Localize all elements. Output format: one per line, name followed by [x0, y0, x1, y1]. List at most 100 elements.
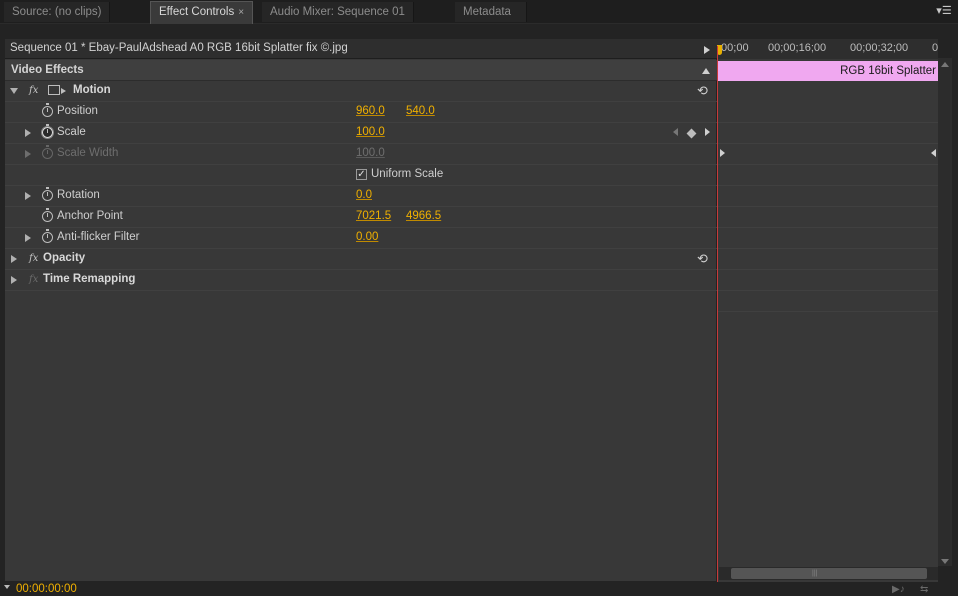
- anchor-x-value[interactable]: 7021.5: [356, 210, 391, 222]
- property-label: Anchor Point: [57, 210, 123, 222]
- timeline-row: [717, 186, 938, 207]
- ruler-tick: 00;00;32;00: [850, 42, 909, 54]
- tab-label: Effect Controls: [159, 6, 235, 18]
- timeline-row: [717, 249, 938, 270]
- clip-bar[interactable]: RGB 16bit Splatter: [718, 61, 938, 81]
- scroll-down-icon[interactable]: [941, 559, 949, 564]
- vertical-scrollbar[interactable]: [938, 58, 952, 566]
- filter-icon[interactable]: [4, 585, 10, 593]
- reset-icon[interactable]: ⟲: [697, 252, 710, 265]
- stopwatch-icon[interactable]: [42, 103, 53, 117]
- stopwatch-icon[interactable]: [42, 208, 53, 222]
- timeline-row: [717, 123, 938, 144]
- panel-menu-icon[interactable]: ▾☰: [936, 4, 952, 18]
- tab-source[interactable]: Source: (no clips): [4, 2, 111, 22]
- video-effects-header: Video Effects: [5, 60, 718, 81]
- timeline-row: [717, 228, 938, 249]
- scroll-thumb[interactable]: [731, 568, 927, 579]
- effect-label: Motion: [73, 84, 111, 96]
- clip-name-bar: Sequence 01 * Ebay-PaulAdshead A0 RGB 16…: [5, 39, 718, 59]
- uniform-scale-checkbox[interactable]: ✓: [356, 169, 367, 180]
- effect-row-motion: fx Motion ⟲: [5, 81, 718, 102]
- property-row-scale: Scale 100.0: [5, 123, 718, 144]
- stopwatch-icon[interactable]: [42, 229, 53, 243]
- scale-width-value: 100.0: [356, 147, 385, 159]
- tab-metadata[interactable]: Metadata: [455, 2, 527, 22]
- disclosure-closed-icon[interactable]: [11, 255, 17, 263]
- transform-icon[interactable]: [48, 85, 66, 95]
- property-label: Position: [57, 105, 98, 117]
- stopwatch-active-icon[interactable]: [41, 124, 54, 139]
- property-label: Scale: [57, 126, 86, 138]
- panel-tab-bar: Source: (no clips) Effect Controls × Audi…: [0, 0, 958, 24]
- stopwatch-icon: [42, 145, 53, 159]
- timeline-row: [717, 102, 938, 123]
- uniform-scale-label[interactable]: Uniform Scale: [371, 168, 443, 180]
- effect-row-opacity: fx Opacity ⟲: [5, 249, 718, 270]
- show-timeline-toggle-icon[interactable]: [704, 46, 710, 54]
- stopwatch-icon[interactable]: [42, 187, 53, 201]
- disclosure-closed-icon[interactable]: [11, 276, 17, 284]
- disclosure-closed-icon[interactable]: [25, 234, 31, 242]
- anti-flicker-value[interactable]: 0.00: [356, 231, 378, 243]
- loop-audio-icon[interactable]: ⇆: [920, 584, 928, 595]
- tab-label: Metadata: [463, 6, 511, 18]
- status-bar: 00:00:00:00 ▶♪ ⇆: [0, 582, 958, 596]
- tab-audio-mixer[interactable]: Audio Mixer: Sequence 01: [262, 2, 414, 22]
- timeline-row: [717, 270, 938, 291]
- property-row-anti-flicker: Anti-flicker Filter 0.00: [5, 228, 718, 249]
- disclosure-closed-icon[interactable]: [25, 129, 31, 137]
- rotation-value[interactable]: 0.0: [356, 189, 372, 201]
- property-label: Anti-flicker Filter: [57, 231, 140, 243]
- horizontal-scrollbar[interactable]: |||: [719, 567, 938, 580]
- disclosure-closed-icon: [25, 150, 31, 158]
- effect-controls-panel: Sequence 01 * Ebay-PaulAdshead A0 RGB 16…: [4, 38, 718, 582]
- grip-icon: |||: [812, 570, 818, 577]
- reset-icon[interactable]: ⟲: [697, 84, 710, 97]
- anchor-y-value[interactable]: 4966.5: [406, 210, 441, 222]
- property-label: Rotation: [57, 189, 100, 201]
- disclosure-closed-icon[interactable]: [25, 192, 31, 200]
- ruler-tick: 0: [932, 42, 939, 54]
- tab-effect-controls[interactable]: Effect Controls ×: [150, 1, 254, 24]
- ruler-tick: ;00;00: [718, 42, 749, 54]
- effect-timeline[interactable]: ;00;00 00;00;16;00 00;00;32;00 0 RGB 16b…: [717, 38, 938, 583]
- clip-name: Sequence 01 * Ebay-PaulAdshead A0 RGB 16…: [10, 42, 348, 54]
- timeline-row-scale: [717, 144, 938, 165]
- fx-icon[interactable]: fx: [29, 253, 38, 264]
- position-y-value[interactable]: 540.0: [406, 105, 435, 117]
- fx-icon: fx: [29, 274, 39, 285]
- current-time-indicator[interactable]: [717, 46, 718, 583]
- scroll-up-icon[interactable]: [941, 62, 949, 67]
- scale-value[interactable]: 100.0: [356, 126, 385, 138]
- previous-keyframe-icon[interactable]: [673, 128, 678, 136]
- property-row-rotation: Rotation 0.0: [5, 186, 718, 207]
- effect-label: Time Remapping: [43, 273, 136, 285]
- effect-row-time-remapping: fx Time Remapping: [5, 270, 718, 291]
- property-row-uniform-scale: ✓ Uniform Scale: [5, 165, 718, 186]
- add-keyframe-icon[interactable]: [686, 128, 697, 139]
- tab-label: Audio Mixer: Sequence 01: [270, 6, 405, 18]
- timeline-row: [717, 207, 938, 228]
- keyframe-end-marker[interactable]: [931, 149, 936, 157]
- property-row-position: Position 960.0 540.0: [5, 102, 718, 123]
- effect-label: Opacity: [43, 252, 86, 264]
- fx-icon[interactable]: fx: [29, 85, 38, 96]
- current-timecode[interactable]: 00:00:00:00: [16, 583, 77, 595]
- play-audio-icon[interactable]: ▶♪: [892, 584, 905, 595]
- timeline-row: [717, 165, 938, 186]
- close-icon[interactable]: ×: [238, 7, 244, 18]
- position-x-value[interactable]: 960.0: [356, 105, 385, 117]
- time-ruler[interactable]: ;00;00 00;00;16;00 00;00;32;00 0: [717, 39, 938, 59]
- collapse-up-icon[interactable]: [702, 68, 710, 74]
- ruler-tick: 00;00;16;00: [768, 42, 827, 54]
- property-label: Scale Width: [57, 147, 119, 159]
- property-row-scale-width: Scale Width 100.0: [5, 144, 718, 165]
- timeline-row: [717, 291, 938, 312]
- next-keyframe-icon[interactable]: [705, 128, 710, 136]
- keyframe-start-marker[interactable]: [720, 149, 725, 157]
- disclosure-open-icon[interactable]: [10, 88, 18, 94]
- video-effects-title: Video Effects: [11, 64, 84, 76]
- property-row-anchor-point: Anchor Point 7021.5 4966.5: [5, 207, 718, 228]
- tab-label: Source: (no clips): [12, 6, 102, 18]
